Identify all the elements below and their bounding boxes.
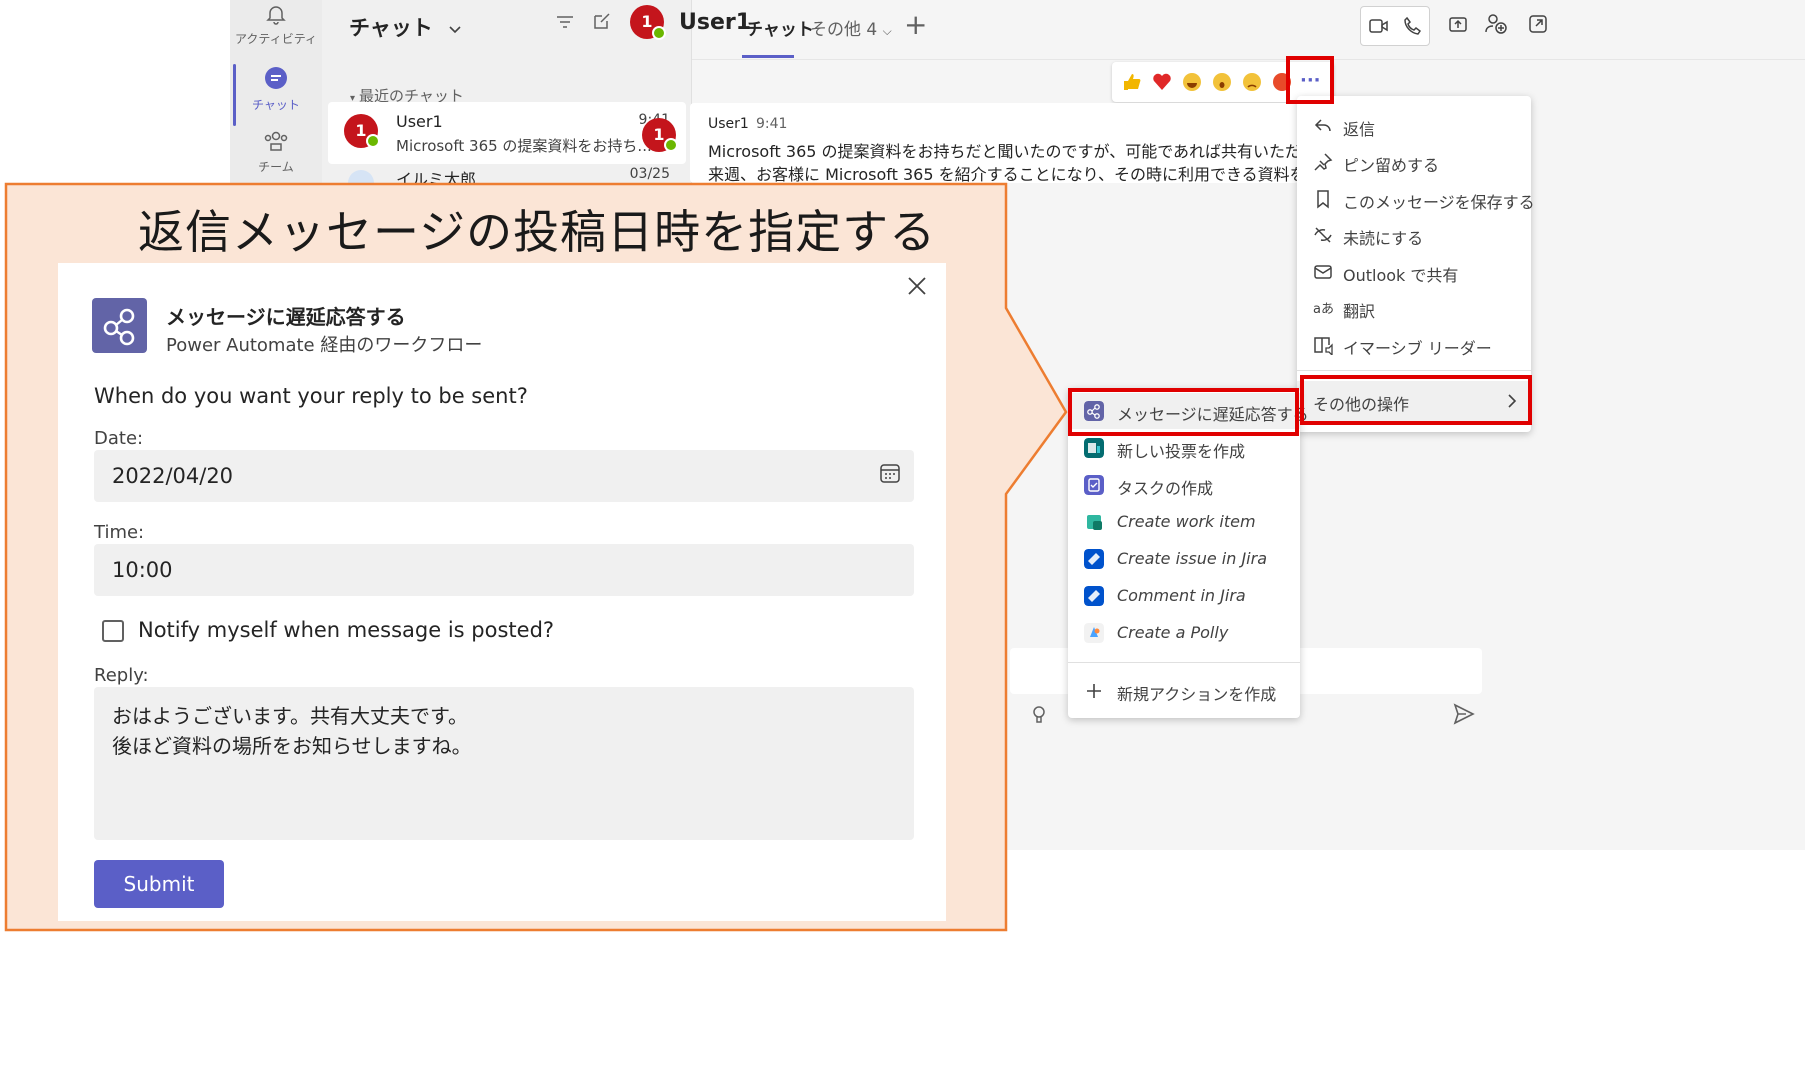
dialog-title: メッセージに遅延応答する bbox=[166, 305, 406, 329]
time-field[interactable] bbox=[94, 544, 914, 596]
dialog-subtitle: Power Automate 経由のワークフロー bbox=[166, 335, 483, 356]
calendar-icon[interactable] bbox=[879, 462, 901, 484]
reply-text-line: 後ほど資料の場所をお知らせしますね。 bbox=[112, 734, 472, 758]
date-field[interactable] bbox=[94, 450, 914, 502]
date-label: Date: bbox=[94, 428, 144, 449]
delayed-reply-dialog: メッセージに遅延応答する Power Automate 経由のワークフロー Wh… bbox=[58, 263, 946, 921]
reply-label: Reply: bbox=[94, 665, 149, 686]
share-nodes-icon bbox=[103, 308, 135, 346]
reply-text-line: おはようございます。共有大丈夫です。 bbox=[112, 704, 468, 728]
power-automate-workflow-icon bbox=[92, 298, 147, 353]
submit-button[interactable]: Submit bbox=[94, 860, 224, 908]
dialog-question: When do you want your reply to be sent? bbox=[94, 384, 528, 408]
notify-label: Notify myself when message is posted? bbox=[138, 618, 555, 642]
close-icon[interactable] bbox=[906, 275, 928, 297]
callout-title: 返信メッセージの投稿日時を指定する bbox=[138, 205, 937, 259]
time-label: Time: bbox=[94, 522, 145, 543]
notify-checkbox[interactable] bbox=[102, 620, 124, 642]
reply-textarea[interactable]: おはようございます。共有大丈夫です。 後ほど資料の場所をお知らせしますね。 bbox=[94, 687, 914, 840]
